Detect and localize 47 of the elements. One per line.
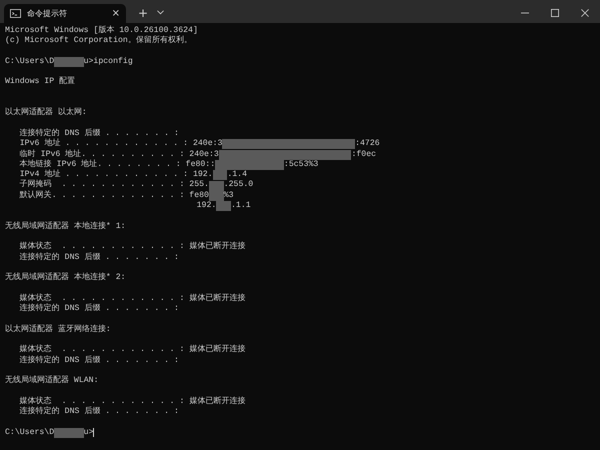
terminal-text: 媒体状态 . . . . . . . . . . . . : 媒体已断开连接: [18, 242, 246, 252]
terminal-text: IPv6 地址 . . . . . . . . . . . . : 240e:3: [18, 139, 222, 150]
terminal-text: IPv4 地址 . . . . . . . . . . . . : 192.: [18, 170, 213, 180]
terminal-text: 无线局域网适配器 本地连接* 2:: [5, 273, 126, 284]
terminal-text: 默认网关. . . . . . . . . . . . . : fe80: [18, 190, 209, 202]
terminal-text: 连接特定的 DNS 后缀 . . . . . . . :: [18, 304, 179, 314]
terminal-text: .255.0: [224, 180, 254, 191]
terminal-text: 本地链接 IPv6 地址. . . . . . . . : fe80::: [18, 160, 216, 170]
terminal-text: :5c53%3: [284, 160, 318, 170]
terminal-text: 连接特定的 DNS 后缀 . . . . . . . :: [18, 356, 179, 366]
terminal-text: 媒体状态 . . . . . . . . . . . . : 媒体已断开连接: [18, 294, 246, 304]
terminal-text: :4726: [355, 139, 380, 150]
terminal-text: .1.4: [227, 170, 248, 180]
terminal-text: 无线局域网适配器 本地连接* 1:: [5, 222, 126, 232]
dropdown-chevron-icon[interactable]: [157, 10, 164, 15]
terminal-text: 连接特定的 DNS 后缀 . . . . . . . :: [18, 252, 179, 263]
maximize-icon[interactable]: [551, 9, 559, 17]
close-icon[interactable]: [581, 9, 589, 17]
terminal-tab[interactable]: 命令提示符 ×: [4, 4, 126, 23]
terminal-text: (c) Microsoft Corporation。保留所有权利。: [5, 36, 192, 47]
tab-title: 命令提示符: [27, 8, 68, 19]
terminal-text: 媒体状态 . . . . . . . . . . . . : 媒体已断开连接: [18, 396, 246, 406]
terminal-text: Microsoft Windows [版本 10.0.26100.3624]: [5, 26, 198, 36]
new-tab-button[interactable]: +: [138, 6, 148, 20]
tab-close-button[interactable]: ×: [112, 8, 120, 19]
terminal-text: 子网掩码 . . . . . . . . . . . . : 255.: [18, 180, 209, 190]
terminal-text: :f0ec: [351, 150, 376, 160]
terminal-text: 媒体状态 . . . . . . . . . . . . : 媒体已断开连接: [18, 345, 246, 356]
terminal-text: 连接特定的 DNS 后缀 . . . . . . . :: [18, 406, 179, 418]
terminal-text: C:\Users\D: [5, 56, 54, 68]
terminal-text: 连接特定的 DNS 后缀 . . . . . . . :: [18, 128, 179, 138]
redacted-block: [208, 180, 224, 191]
terminal-text: 临时 IPv6 地址. . . . . . . . . . : 240e:3: [18, 150, 219, 160]
terminal-text: 192.: [196, 201, 216, 212]
terminal-text: 无线局域网适配器 WLAN:: [5, 376, 98, 386]
terminal-icon: [10, 9, 21, 18]
redacted-block: [54, 428, 84, 438]
terminal-text: Windows IP 配置: [5, 77, 76, 88]
terminal-text: .1.1: [231, 201, 251, 212]
terminal-text: 以太网适配器 以太网:: [5, 108, 87, 119]
terminal-text: C:\Users\D: [5, 428, 54, 438]
terminal-text: u>ipconfig: [84, 56, 133, 68]
redacted-block: [54, 57, 84, 68]
terminal-text: 以太网适配器 蓝牙网络连接:: [5, 324, 111, 335]
terminal-text: u>: [84, 428, 94, 438]
terminal-text: %3: [224, 190, 234, 202]
redacted-block: [216, 201, 232, 212]
